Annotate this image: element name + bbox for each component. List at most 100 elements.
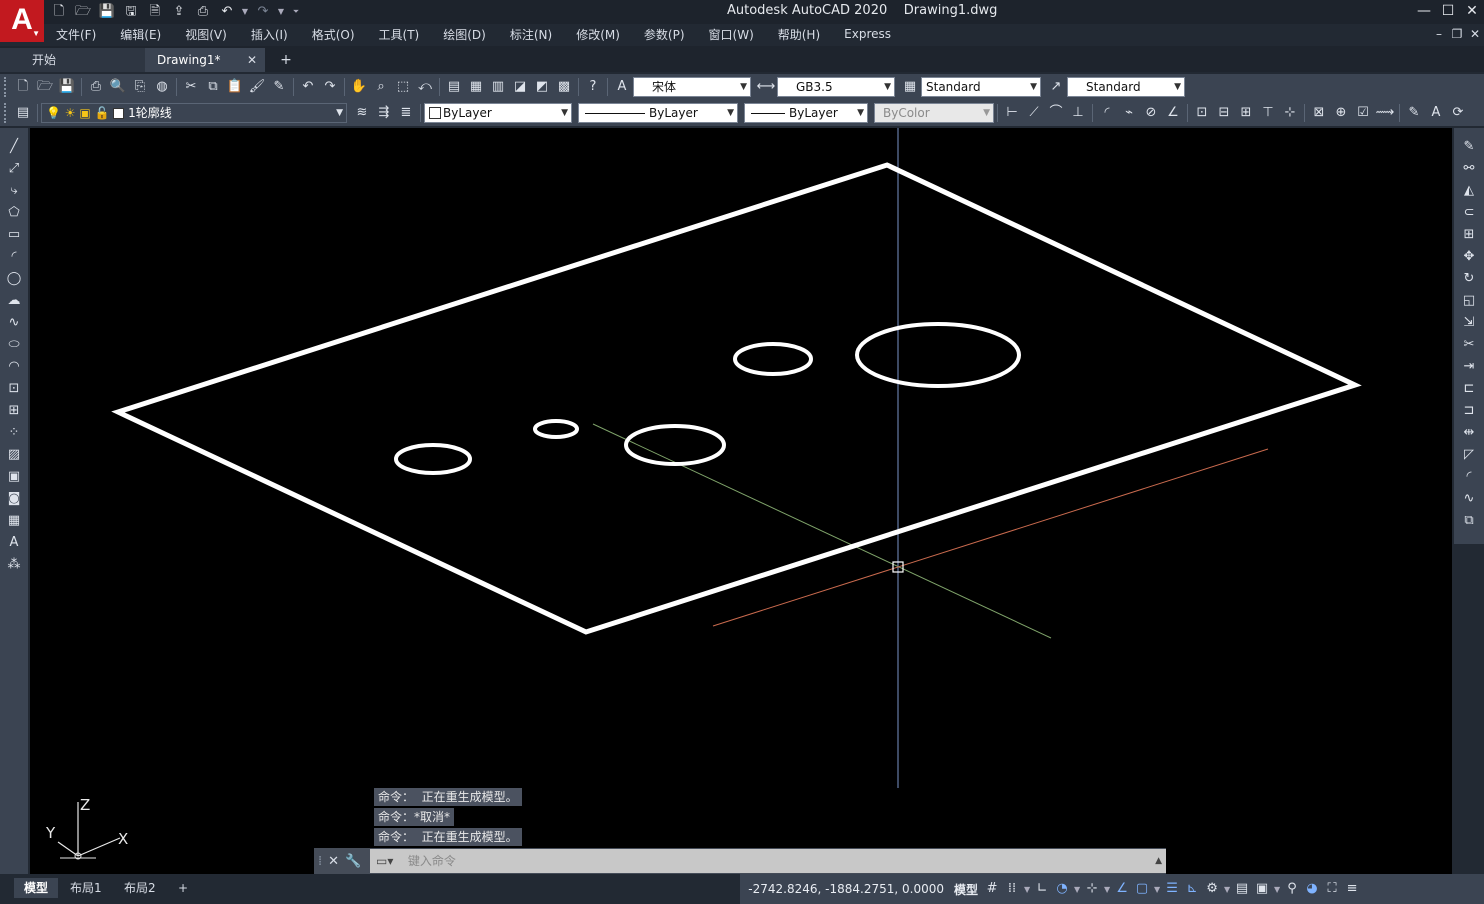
- object-snap-icon[interactable]: ▢: [1132, 878, 1152, 900]
- multileader-style-select[interactable]: Standard ▼: [1067, 77, 1185, 97]
- paste-icon[interactable]: 📋: [224, 76, 246, 98]
- quick-properties-icon[interactable]: ▤: [1232, 878, 1252, 900]
- sheet-set-icon[interactable]: ◪: [509, 76, 531, 98]
- break-icon[interactable]: ⊐: [1458, 400, 1480, 422]
- hole-ellipse[interactable]: [624, 424, 726, 466]
- layout-tab-1[interactable]: 布局1: [60, 878, 112, 898]
- arc-icon[interactable]: ◜: [3, 246, 25, 268]
- redo-icon[interactable]: ↷: [252, 2, 274, 22]
- markup-icon[interactable]: ◩: [531, 76, 553, 98]
- inspection-icon[interactable]: ☑: [1352, 102, 1374, 124]
- dimtedit-icon[interactable]: A: [1425, 102, 1447, 124]
- menu-insert[interactable]: 插入(I): [239, 26, 300, 43]
- menu-tools[interactable]: 工具(T): [367, 26, 432, 43]
- menu-modify[interactable]: 修改(M): [564, 26, 632, 43]
- application-menu-button[interactable]: A ▼: [0, 0, 44, 42]
- polar-dropdown-icon[interactable]: ▼: [1072, 885, 1082, 894]
- object-snap-tracking-icon[interactable]: ∠: [1112, 878, 1132, 900]
- multiline-text-icon[interactable]: A: [3, 532, 25, 554]
- snap-dropdown-icon[interactable]: ▼: [1022, 885, 1032, 894]
- join-icon[interactable]: ⇹: [1458, 422, 1480, 444]
- customization-icon[interactable]: ≡: [1342, 878, 1362, 900]
- dim-update-icon[interactable]: ⟳: [1447, 102, 1469, 124]
- properties-icon[interactable]: ▤: [443, 76, 465, 98]
- hole-ellipse[interactable]: [533, 419, 579, 439]
- chevron-up-icon[interactable]: ▲: [1155, 849, 1162, 873]
- model-space-viewport[interactable]: [30, 128, 1452, 874]
- angular-dim-icon[interactable]: ∠: [1162, 102, 1184, 124]
- menu-draw[interactable]: 绘图(D): [431, 26, 498, 43]
- maximize-icon[interactable]: ☐: [1436, 0, 1460, 24]
- minimize-icon[interactable]: —: [1412, 0, 1436, 24]
- preview-icon[interactable]: 🔍: [107, 76, 129, 98]
- units-dropdown-icon[interactable]: ▼: [1272, 885, 1282, 894]
- layer-previous-icon[interactable]: ⇶: [373, 102, 395, 124]
- arc-length-icon[interactable]: ⌒: [1045, 102, 1067, 124]
- menu-view[interactable]: 视图(V): [173, 26, 239, 43]
- block-editor-icon[interactable]: ✎: [268, 76, 290, 98]
- add-selected-icon[interactable]: ⁂: [3, 554, 25, 576]
- baseline-dim-icon[interactable]: ⊟: [1213, 102, 1235, 124]
- snap-icon[interactable]: ⁞⁞: [1002, 878, 1022, 900]
- menu-edit[interactable]: 编辑(E): [108, 26, 173, 43]
- explode-icon[interactable]: ⧉: [1458, 510, 1480, 532]
- close-icon[interactable]: ✕: [328, 854, 339, 869]
- command-grip[interactable]: ⁞: [318, 854, 322, 869]
- scale-icon[interactable]: ◱: [1458, 290, 1480, 312]
- construction-line-icon[interactable]: ⤢: [3, 158, 25, 180]
- dim-break-icon[interactable]: ⊹: [1279, 102, 1301, 124]
- make-current-icon[interactable]: ≋: [351, 102, 373, 124]
- new-icon[interactable]: 🗋: [48, 2, 70, 22]
- save-as-icon[interactable]: 🖫: [120, 2, 142, 22]
- toolbar-grip[interactable]: [4, 77, 10, 97]
- isodraft-dropdown-icon[interactable]: ▼: [1102, 885, 1112, 894]
- command-prompt-icon[interactable]: ▭▾: [376, 849, 404, 873]
- clean-screen-icon[interactable]: ⛶: [1322, 878, 1342, 900]
- wrench-icon[interactable]: 🔧: [345, 854, 361, 869]
- cut-icon[interactable]: ✂: [180, 76, 202, 98]
- toolbar-grip[interactable]: [4, 103, 10, 123]
- coordinates-readout[interactable]: -2742.8246, -1884.2751, 0.0000: [740, 882, 950, 896]
- plot-preview-icon[interactable]: 🗎: [144, 2, 166, 22]
- menu-help[interactable]: 帮助(H): [766, 26, 832, 43]
- zoom-previous-icon[interactable]: ⤺: [414, 76, 436, 98]
- array-icon[interactable]: ⊞: [1458, 224, 1480, 246]
- chamfer-icon[interactable]: ◸: [1458, 444, 1480, 466]
- blend-curves-icon[interactable]: ∿: [1458, 488, 1480, 510]
- dynamic-ucs-icon[interactable]: ⊾: [1182, 878, 1202, 900]
- table-style-icon[interactable]: ▦: [899, 76, 921, 98]
- aligned-dim-icon[interactable]: ⟋: [1023, 102, 1045, 124]
- dim-style-icon[interactable]: ⟷: [755, 76, 777, 98]
- dim-style-select[interactable]: GB3.5 ▼: [777, 77, 895, 97]
- linear-dim-icon[interactable]: ⊢: [1001, 102, 1023, 124]
- text-style-icon[interactable]: A: [611, 76, 633, 98]
- table-style-select[interactable]: Standard ▼: [921, 77, 1041, 97]
- layer-select[interactable]: 💡 ☀ ▣ 🔓 1轮廓线 ▼: [41, 103, 347, 123]
- hatch-icon[interactable]: ▨: [3, 444, 25, 466]
- tool-palettes-icon[interactable]: ▥: [487, 76, 509, 98]
- gradient-icon[interactable]: ▣: [3, 466, 25, 488]
- erase-icon[interactable]: ✎: [1458, 136, 1480, 158]
- calculator-icon[interactable]: ▩: [553, 76, 575, 98]
- doc-close-icon[interactable]: ✕: [1466, 24, 1484, 44]
- annotation-monitor-icon[interactable]: ▣: [1252, 878, 1272, 900]
- grid-icon[interactable]: #: [982, 878, 1002, 900]
- extend-icon[interactable]: ⇥: [1458, 356, 1480, 378]
- menu-format[interactable]: 格式(O): [300, 26, 367, 43]
- zoom-realtime-icon[interactable]: ⌕: [370, 76, 392, 98]
- make-block-icon[interactable]: ⊞: [3, 400, 25, 422]
- help-icon[interactable]: ?: [582, 76, 604, 98]
- doc-restore-icon[interactable]: ❐: [1448, 24, 1466, 44]
- tolerance-icon[interactable]: ⊠: [1308, 102, 1330, 124]
- model-space-toggle[interactable]: 模型: [950, 881, 982, 898]
- menu-parametric[interactable]: 参数(P): [632, 26, 697, 43]
- redo-icon[interactable]: ↷: [319, 76, 341, 98]
- hole-ellipse[interactable]: [394, 443, 472, 475]
- menu-window[interactable]: 窗口(W): [697, 26, 766, 43]
- hardware-acceleration-icon[interactable]: ◕: [1302, 878, 1322, 900]
- center-mark-icon[interactable]: ⊕: [1330, 102, 1352, 124]
- hole-ellipse[interactable]: [733, 342, 813, 376]
- export-icon[interactable]: ⇪: [168, 2, 190, 22]
- open-icon[interactable]: 🗁: [72, 2, 94, 22]
- redo-dropdown-icon[interactable]: ▼: [276, 2, 286, 22]
